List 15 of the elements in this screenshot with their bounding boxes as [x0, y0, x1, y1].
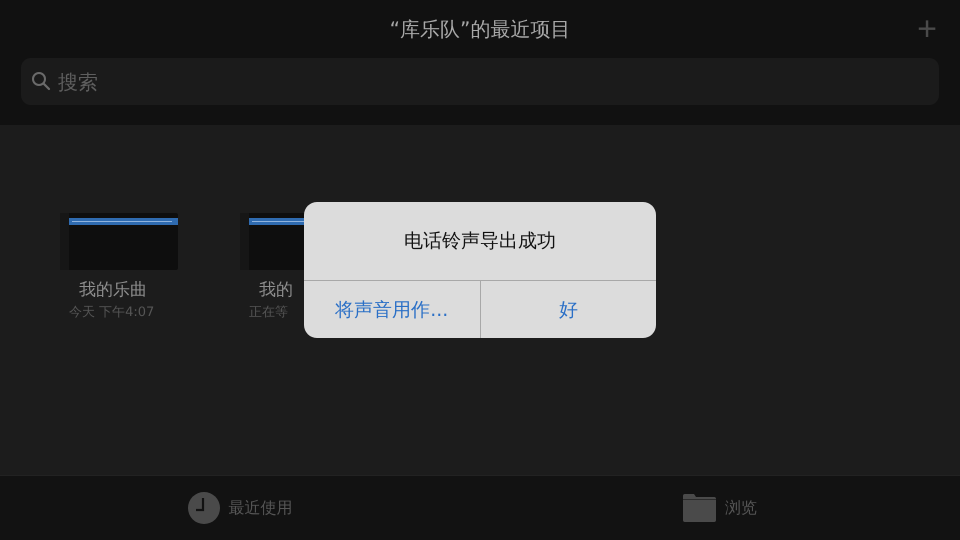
- project-name: 我的: [258, 279, 293, 301]
- clock-icon: [188, 492, 220, 524]
- tab-bar-item[interactable]: 浏览: [480, 476, 960, 540]
- tab-bar-item[interactable]: 最近使用: [0, 476, 480, 540]
- project-thumbnail[interactable]: [60, 213, 178, 270]
- project-date: 今天 下午4:07: [68, 304, 154, 321]
- alert-button[interactable]: 好: [480, 281, 656, 338]
- add-button[interactable]: +: [915, 12, 939, 46]
- project-name: 我的乐曲: [78, 279, 147, 301]
- alert-title: 电话铃声导出成功: [304, 202, 656, 281]
- search-field[interactable]: 搜索: [21, 58, 939, 105]
- alert-button[interactable]: 将声音用作...: [304, 281, 480, 338]
- folder-icon: [683, 494, 716, 522]
- project-date: 正在等: [248, 304, 288, 321]
- screen-title: “库乐队”的最近项目: [390, 16, 570, 42]
